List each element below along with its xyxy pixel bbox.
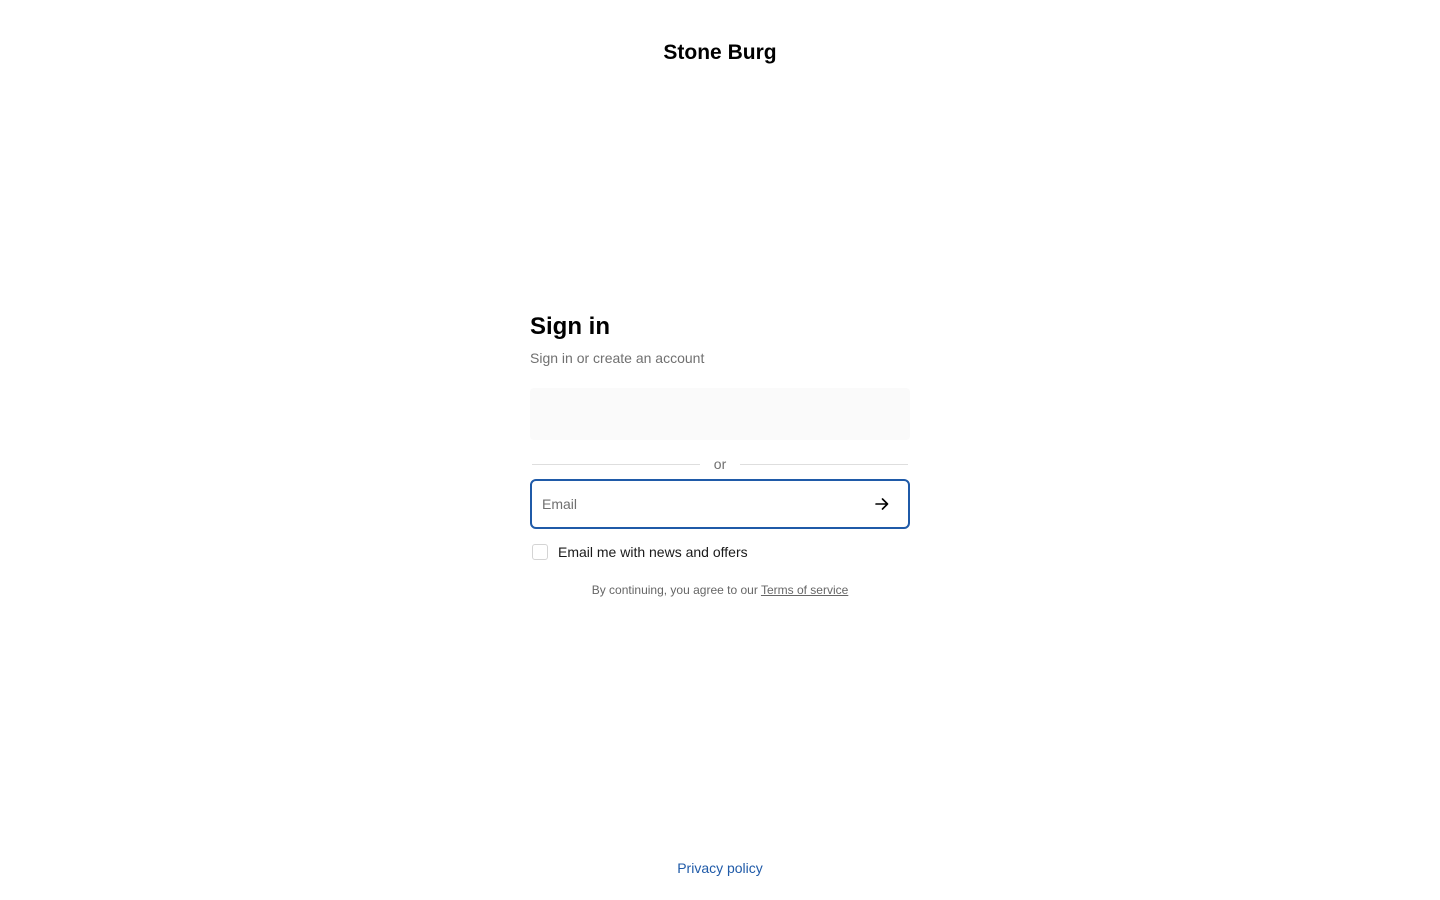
submit-button[interactable] bbox=[862, 484, 902, 524]
email-field-wrapper bbox=[530, 479, 910, 529]
legal-text: By continuing, you agree to our Terms of… bbox=[530, 582, 910, 598]
page-title: Sign in bbox=[530, 313, 610, 340]
newsletter-checkbox[interactable] bbox=[532, 544, 548, 560]
legal-prefix: By continuing, you agree to our bbox=[591, 583, 761, 597]
or-divider: or bbox=[530, 454, 910, 474]
terms-link[interactable]: Terms of service bbox=[761, 583, 848, 597]
divider-line-left bbox=[532, 463, 700, 465]
newsletter-label[interactable]: Email me with news and offers bbox=[558, 542, 748, 562]
signin-card: Sign in Sign in or create an account or … bbox=[530, 312, 910, 598]
page: Stone Burg Sign in Sign in or create an … bbox=[0, 0, 1440, 900]
brand-name[interactable]: Stone Burg bbox=[0, 40, 1440, 66]
arrow-right-icon bbox=[875, 498, 889, 510]
newsletter-row: Email me with news and offers bbox=[530, 542, 910, 562]
divider-line-right bbox=[740, 463, 909, 465]
footer: Privacy policy bbox=[0, 858, 1440, 878]
express-checkout-placeholder bbox=[530, 388, 910, 440]
privacy-policy-link[interactable]: Privacy policy bbox=[677, 860, 763, 876]
email-field[interactable] bbox=[532, 481, 862, 527]
divider-text: or bbox=[713, 456, 727, 472]
page-subtitle: Sign in or create an account bbox=[530, 350, 705, 366]
